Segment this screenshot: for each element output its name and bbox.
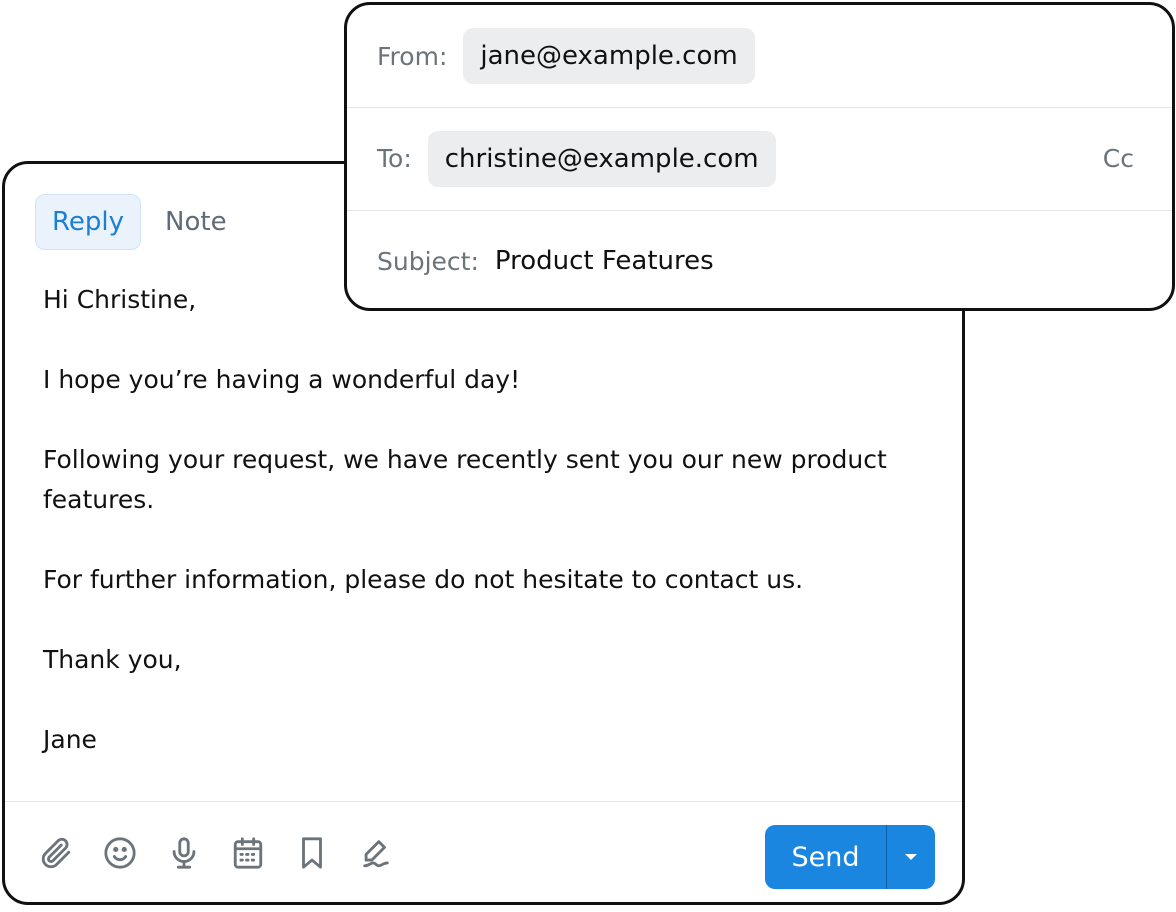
to-chip[interactable]: christine@example.com xyxy=(427,130,776,187)
body-line: I hope you’re having a wonderful day! xyxy=(43,365,521,394)
from-row: From: jane@example.com xyxy=(347,5,1172,107)
emoji-icon[interactable] xyxy=(103,836,137,870)
subject-field[interactable]: Product Features xyxy=(495,246,714,276)
bookmark-icon[interactable] xyxy=(295,836,329,870)
from-chip[interactable]: jane@example.com xyxy=(463,28,755,84)
toolbar-divider xyxy=(5,801,962,802)
subject-row: Subject: Product Features xyxy=(347,210,1172,311)
closing-line: Thank you, xyxy=(43,645,182,674)
body-line: For further information, please do not h… xyxy=(43,565,804,594)
signature-pen-icon[interactable] xyxy=(359,836,393,870)
message-body[interactable]: Hi Christine, I hope you’re having a won… xyxy=(43,280,923,800)
send-button[interactable]: Send xyxy=(765,825,886,889)
send-button-group: Send xyxy=(765,825,935,889)
send-options-button[interactable] xyxy=(887,825,935,889)
composer-tabs: Reply Note xyxy=(35,194,243,250)
to-row: To: christine@example.com Cc xyxy=(347,107,1172,209)
subject-label: Subject: xyxy=(377,246,479,276)
from-label: From: xyxy=(377,41,448,71)
email-header-card: From: jane@example.com To: christine@exa… xyxy=(344,2,1175,311)
composer-toolbar xyxy=(39,836,393,870)
cc-button[interactable]: Cc xyxy=(1103,144,1134,173)
signature-line: Jane xyxy=(43,725,97,754)
to-label: To: xyxy=(377,144,412,173)
tab-note[interactable]: Note xyxy=(149,194,243,250)
microphone-icon[interactable] xyxy=(167,836,201,870)
calendar-icon[interactable] xyxy=(231,836,265,870)
body-line: Following your request, we have recently… xyxy=(43,445,887,514)
tab-reply[interactable]: Reply xyxy=(35,194,142,250)
caret-down-icon xyxy=(905,854,917,860)
paperclip-icon[interactable] xyxy=(39,836,73,870)
